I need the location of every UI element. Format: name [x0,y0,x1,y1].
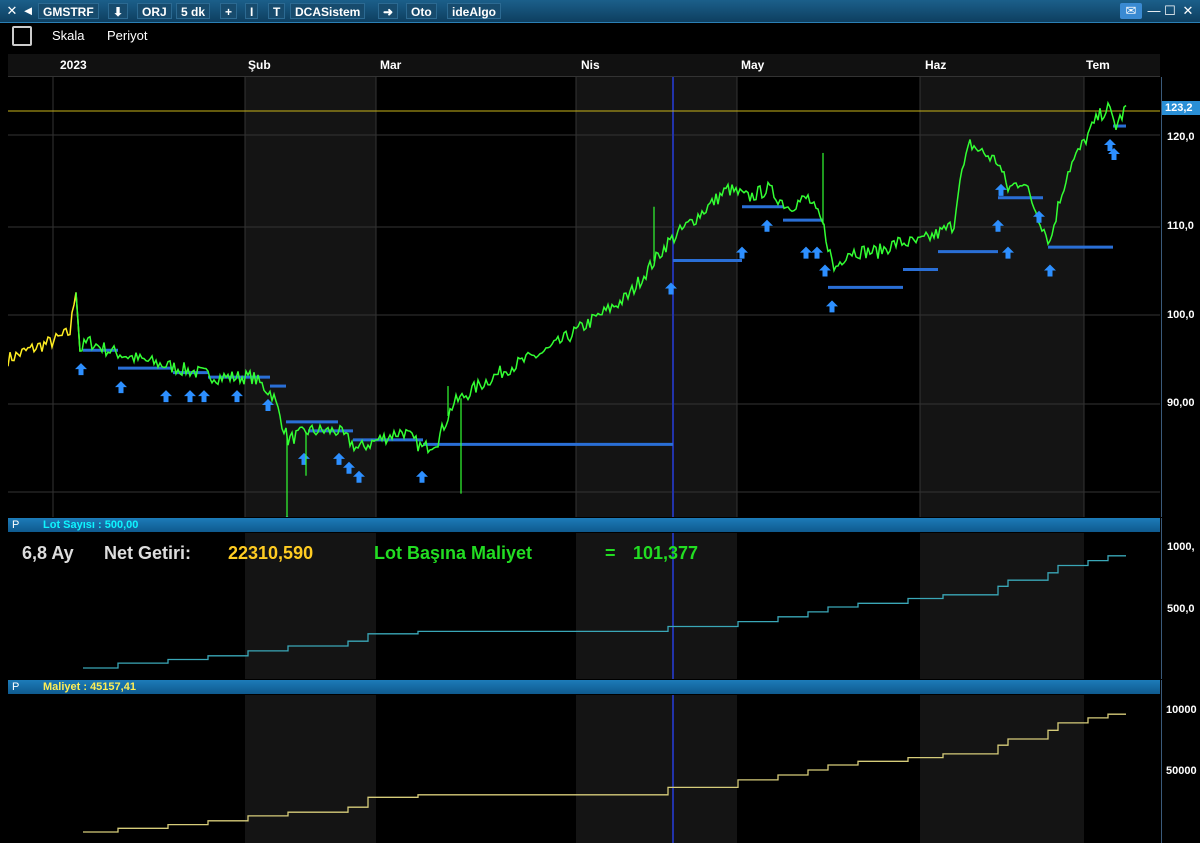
buy-arrow-icon [736,246,748,259]
buy-arrow-icon [761,219,773,232]
cost-per-lot-value: 101,377 [633,543,699,563]
buy-arrow-icon [184,390,196,403]
download-icon[interactable]: ⬇ [108,3,129,19]
window-close-icon[interactable]: ✕ [1180,3,1196,19]
panel-p-label: P [12,519,20,531]
month-shade [245,695,376,843]
buy-arrow-icon [800,246,812,259]
last-price-badge: 123,2 [1162,101,1200,115]
net-return-label: Net Getiri: [104,543,192,563]
lot-scale[interactable]: 1000, 500,0 [1161,518,1200,679]
net-return-value: 22310,590 [228,543,314,563]
maximize-icon[interactable]: ☐ [1162,3,1178,19]
cost-panel-header[interactable]: P Maliyet : 45157,41 [8,680,1160,694]
arrow-button[interactable]: ➜ [378,3,399,19]
price-tick: 90,00 [1167,397,1195,409]
period-selector[interactable]: 5 dk [176,3,211,19]
minimize-icon[interactable]: — [1146,3,1162,19]
lot-tick: 1000, [1167,541,1195,553]
month-label: Şub [248,58,271,72]
price-tick: 110,0 [1167,220,1194,232]
price-chart[interactable] [8,77,1160,517]
buy-arrow-icon [811,246,823,259]
bar-button[interactable]: I [245,3,259,19]
month-label: Mar [380,58,402,72]
panel-p-label: P [12,681,20,693]
month-shade [920,77,1084,517]
buy-arrow-icon [198,390,210,403]
duration-label: 6,8 Ay [22,543,74,563]
cost-per-lot-label: Lot Başına Maliyet [374,543,533,563]
month-shade [245,77,376,517]
lot-tick: 500,0 [1167,603,1195,615]
system-selector[interactable]: DCASistem [290,3,366,19]
cost-chart[interactable] [8,695,1160,843]
auto-button[interactable]: Oto [406,3,437,19]
period-button[interactable]: Periyot [107,28,147,43]
price-scale[interactable]: 123,2 120,0 110,0 100,0 90,00 [1161,77,1200,517]
cost-tick: 50000 [1166,765,1197,777]
price-tick: 120,0 [1167,131,1195,143]
month-shade [576,77,737,517]
buy-arrow-icon [819,264,831,277]
month-shade [576,695,737,843]
buy-arrow-icon [231,390,243,403]
window-titlebar: ✕ ◄ GMSTRF ⬇ ORJ 5 dk + I T DCASistem ➜ … [0,0,1200,23]
close-icon[interactable]: ✕ [4,3,20,19]
month-label: 2023 [60,58,87,72]
cost-scale[interactable]: 10000 50000 [1161,680,1200,843]
text-tool-button[interactable]: T [268,3,286,19]
scale-button[interactable]: Skala [52,28,85,43]
cost-label: Maliyet : 45157,41 [43,681,136,693]
price-tick: 100,0 [1167,309,1195,321]
buy-arrow-icon [115,381,127,394]
buy-arrow-icon [160,390,172,403]
save-icon[interactable] [12,26,32,46]
algo-button[interactable]: ideAlgo [447,3,501,19]
chart-toolbar [0,23,1200,53]
buy-arrow-icon [75,363,87,376]
symbol-selector[interactable]: GMSTRF [38,3,99,19]
back-icon[interactable]: ◄ [20,3,36,19]
lot-count-label: Lot Sayısı : 500,00 [43,519,139,531]
month-label: Nis [581,58,600,72]
buy-arrow-icon [416,470,428,483]
buy-arrow-icon [826,300,838,313]
price-series-early [8,292,81,367]
month-label: May [741,58,765,72]
month-shade [920,695,1084,843]
month-label: Tem [1086,58,1110,72]
equals-sign: = [605,543,616,563]
lot-panel-header[interactable]: P Lot Sayısı : 500,00 [8,518,1160,532]
twitter-icon[interactable]: ✉ [1120,3,1142,19]
cost-tick: 10000 [1166,704,1197,716]
plus-button[interactable]: + [220,3,238,19]
month-label: Haz [925,58,947,72]
month-shade [920,533,1084,679]
mode-button[interactable]: ORJ [137,3,172,19]
